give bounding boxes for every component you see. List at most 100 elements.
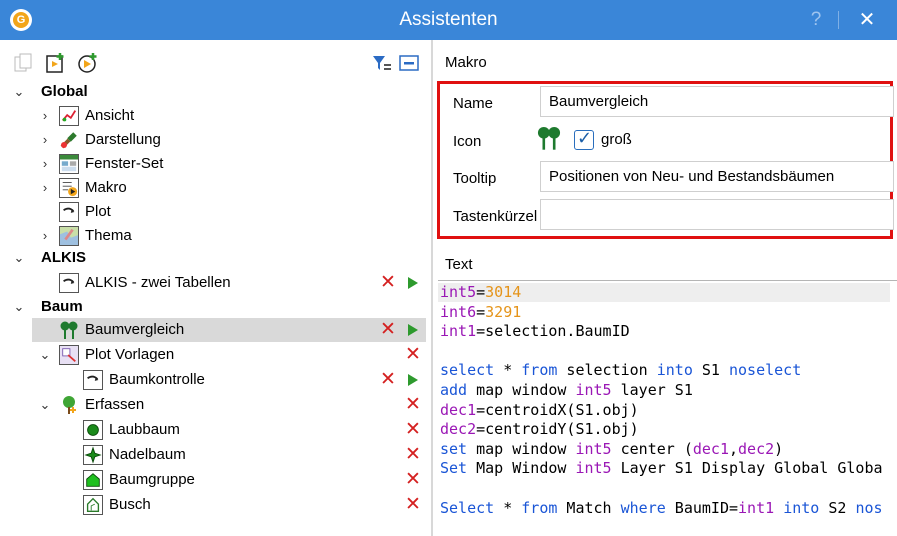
trees-icon[interactable]: [536, 125, 562, 151]
code-token: Map Window: [467, 459, 576, 478]
delete-icon[interactable]: ✕: [380, 320, 396, 340]
code-line[interactable]: int6=3291: [440, 303, 521, 322]
plot-icon: [83, 370, 103, 390]
gross-checkbox[interactable]: ✓: [574, 128, 594, 150]
plot-template-icon: [59, 345, 79, 365]
chevron-down-icon[interactable]: ⌄: [38, 347, 52, 363]
theme-map-icon: [59, 226, 79, 246]
chevron-down-icon[interactable]: ⌄: [12, 299, 26, 315]
code-token: where: [620, 498, 666, 517]
delete-icon[interactable]: ✕: [380, 273, 396, 293]
tree-group-icon: [83, 470, 103, 490]
code-line[interactable]: select * from selection into S1 noselect: [440, 361, 801, 380]
tree-item-baumkontrolle[interactable]: Baumkontrolle ✕: [0, 368, 431, 392]
code-line[interactable]: int5=3014: [440, 283, 521, 302]
chevron-down-icon[interactable]: ⌄: [12, 250, 26, 266]
copy-icon[interactable]: [13, 52, 35, 74]
name-field[interactable]: Baumvergleich: [540, 86, 894, 117]
chevron-right-icon[interactable]: ›: [38, 156, 52, 172]
tooltip-field[interactable]: Positionen von Neu- und Bestandsbäumen: [540, 161, 894, 192]
run-icon[interactable]: [408, 374, 418, 386]
tree-item-busch[interactable]: Busch ✕: [0, 493, 431, 517]
tree-item-baumgruppe[interactable]: Baumgruppe ✕: [0, 468, 431, 492]
tree-item-laubbaum[interactable]: Laubbaum ✕: [0, 418, 431, 442]
collapse-all-icon[interactable]: [398, 52, 420, 74]
code-token: select: [440, 361, 495, 380]
shortcut-field[interactable]: [540, 199, 894, 230]
macro-icon: [59, 178, 79, 198]
tree-item-darstellung[interactable]: › Darstellung: [0, 128, 431, 152]
chevron-right-icon[interactable]: ›: [38, 108, 52, 124]
tree-group-global[interactable]: ⌄ Global: [0, 80, 431, 104]
chevron-down-icon[interactable]: ⌄: [12, 84, 26, 100]
code-token: into: [656, 361, 693, 380]
conifer-tree-icon: [83, 445, 103, 465]
delete-icon[interactable]: ✕: [405, 495, 421, 515]
delete-icon[interactable]: ✕: [380, 370, 396, 390]
code-token: center (: [611, 439, 693, 458]
code-token: dec2: [440, 420, 477, 439]
chevron-down-icon[interactable]: ⌄: [38, 397, 52, 413]
delete-icon[interactable]: ✕: [405, 470, 421, 490]
code-token: map window: [467, 439, 576, 458]
shortcut-label: Tastenkürzel: [453, 208, 538, 225]
macro-tree-panel: ⌄ Global › Ansicht › Darstellung › Fenst…: [0, 40, 431, 536]
code-line[interactable]: dec2=centroidY(S1.obj): [440, 420, 639, 439]
tree-item-thema[interactable]: › Thema: [0, 224, 431, 248]
code-token: int1: [738, 498, 775, 517]
tree-item-ansicht[interactable]: › Ansicht: [0, 104, 431, 128]
code-line[interactable]: Select * from Match where BaumID=int1 in…: [440, 499, 883, 518]
code-token: *: [494, 498, 522, 517]
code-token: S1: [692, 361, 729, 380]
tree-item-plot[interactable]: Plot: [0, 200, 431, 224]
delete-icon[interactable]: ✕: [405, 420, 421, 440]
code-token: Select: [440, 498, 495, 517]
text-group-title: Text: [445, 256, 473, 273]
help-button[interactable]: ?: [806, 0, 826, 40]
view-icon: [59, 106, 79, 126]
tree-group-baum[interactable]: ⌄ Baum: [0, 295, 431, 319]
code-token: Layer S1 Display Global Globa: [611, 459, 883, 478]
bush-icon: [83, 495, 103, 515]
trees-icon: [60, 321, 78, 339]
title-bar: G Assistenten ? ✕: [0, 0, 897, 40]
tree-item-alkis-zwei-tabellen[interactable]: ALKIS - zwei Tabellen ✕: [0, 271, 431, 295]
code-token: into: [783, 498, 820, 517]
code-token: dec1: [692, 439, 729, 458]
code-line[interactable]: int1=selection.BaumID: [440, 322, 630, 341]
close-button[interactable]: ✕: [855, 0, 879, 40]
chevron-right-icon[interactable]: ›: [38, 228, 52, 244]
tree-group-alkis[interactable]: ⌄ ALKIS: [0, 246, 431, 270]
tooltip-label: Tooltip: [453, 170, 497, 187]
run-icon[interactable]: [408, 277, 418, 289]
tree-item-plot-vorlagen[interactable]: ⌄ Plot Vorlagen ✕: [0, 343, 431, 367]
add-play-icon[interactable]: [77, 52, 99, 74]
code-line[interactable]: add map window int5 layer S1: [440, 381, 693, 400]
code-line[interactable]: set map window int5 center (dec1,dec2): [440, 440, 783, 459]
run-icon[interactable]: [408, 324, 418, 336]
tree-item-erfassen[interactable]: ⌄ Erfassen ✕: [0, 393, 431, 417]
add-macro-icon[interactable]: [45, 52, 67, 74]
macro-code-editor[interactable]: int5=3014 int6=3291 int1=selection.BaumID s…: [438, 280, 897, 536]
name-label: Name: [453, 95, 494, 112]
window-title: Assistenten: [399, 9, 498, 30]
code-token: =selection.BaumID: [476, 322, 630, 341]
brush-icon: [59, 130, 79, 150]
tree-item-nadelbaum[interactable]: Nadelbaum ✕: [0, 443, 431, 467]
chevron-right-icon[interactable]: ›: [38, 180, 52, 196]
code-token: layer S1: [611, 381, 693, 399]
code-line[interactable]: Set Map Window int5 Layer S1 Display Glo…: [440, 459, 883, 478]
tree-item-fenster-set[interactable]: › Fenster-Set: [0, 152, 431, 176]
filter-icon[interactable]: [371, 52, 393, 74]
delete-icon[interactable]: ✕: [405, 345, 421, 365]
chevron-right-icon[interactable]: ›: [38, 132, 52, 148]
code-token: int6: [440, 302, 477, 321]
code-line[interactable]: dec1=centroidX(S1.obj): [440, 401, 639, 420]
code-token: S2: [819, 498, 856, 517]
code-token: int5: [575, 381, 612, 399]
code-token: 3291: [485, 302, 522, 321]
delete-icon[interactable]: ✕: [405, 395, 421, 415]
tree-item-makro[interactable]: › Makro: [0, 176, 431, 200]
tree-item-baumvergleich[interactable]: Baumvergleich ✕: [32, 318, 426, 342]
delete-icon[interactable]: ✕: [405, 445, 421, 465]
